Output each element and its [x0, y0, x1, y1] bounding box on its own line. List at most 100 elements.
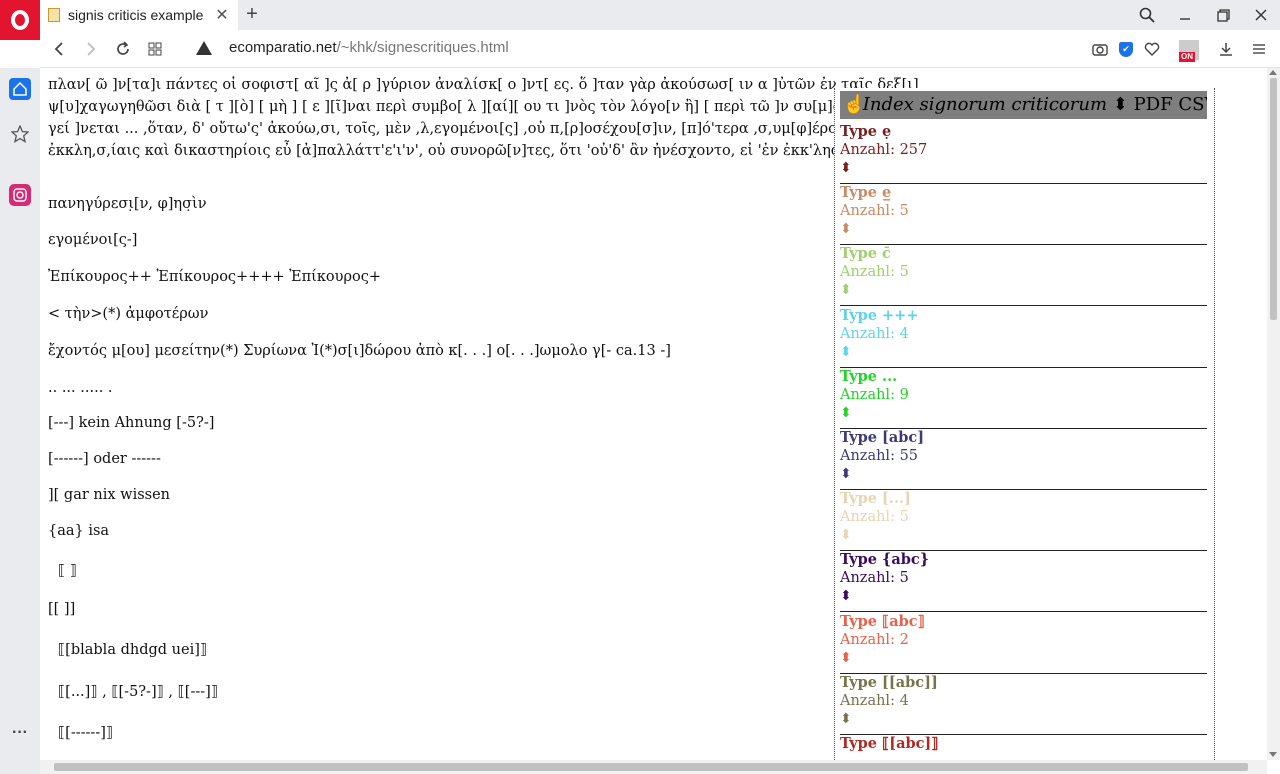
opera-sidebar: ··· [0, 68, 40, 774]
entry-count: Anzahl: 5 [840, 570, 909, 587]
entry-toggle-arrow-icon[interactable]: ⬍ [840, 587, 1207, 605]
entry-count: Anzahl: 5 [840, 509, 909, 526]
heart-icon[interactable] [1142, 39, 1162, 59]
index-entry[interactable]: Type [[abc]] Anzahl: 4 ⬍ [840, 674, 1207, 735]
minimize-icon[interactable] [1166, 0, 1204, 30]
entry-type-label: Type [...] [840, 490, 911, 508]
extension-badge: ON [1179, 52, 1195, 62]
index-entry[interactable]: Type {abc} Anzahl: 5 ⬍ [840, 551, 1207, 613]
text-line: ⟦ ⟧ [58, 563, 77, 579]
index-entry[interactable]: Type ⟦abc⟧ Anzahl: 2 ⬍ [840, 613, 1207, 674]
page-content: πλαν[ ῶ ]ν[τα]ι πάντες οἱ σοφιστ[ αῖ ]ς … [40, 68, 1267, 760]
text-line: ⟦[------]⟧ [58, 725, 114, 741]
entry-count: Anzahl: 4 [840, 325, 909, 342]
index-entry[interactable]: Type ẹ Anzahl: 257 ⬍ [840, 123, 1207, 184]
address-toolbar: ecomparatio.net/~khk/signescritiques.htm… [40, 30, 1280, 68]
easy-setup-icon[interactable] [1249, 39, 1269, 59]
text-line: ἔχοντός μ[ου] μεσείτην(*) Συρίωνα Ἰ(*)σ[… [48, 343, 671, 359]
text-line: πανηγύρεσι̣[ν, φ]ησ̣ὶν [48, 196, 207, 212]
index-entry[interactable]: Type +++ Anzahl: 4 ⬍ [840, 307, 1207, 368]
scroll-down-icon[interactable] [1269, 752, 1277, 757]
entry-type-label: Type {abc} [840, 551, 930, 569]
entry-toggle-arrow-icon[interactable]: ⬍ [840, 343, 1207, 361]
entry-toggle-arrow-icon[interactable]: ⬍ [840, 404, 1207, 422]
entry-toggle-arrow-icon[interactable]: ⬍ [840, 281, 1207, 299]
tab-title: signis criticis example [68, 7, 204, 23]
pdf-link[interactable]: PDF [1134, 94, 1173, 115]
drag-hand-icon[interactable]: ☝ [843, 91, 865, 119]
entry-toggle-arrow-icon[interactable]: ⬍ [840, 710, 1207, 728]
entry-type-label: Type +++ [840, 306, 919, 324]
index-entry[interactable]: Type [abc] Anzahl: 55 ⬍ [840, 429, 1207, 490]
text-line: [[ ]] [48, 601, 76, 617]
entry-count: Anzahl: 5 [840, 264, 909, 281]
not-secure-warning-icon[interactable] [196, 41, 212, 55]
index-entry[interactable]: Type ⟦[abc]⟧ [840, 735, 1207, 760]
extension-on-icon[interactable]: ON [1179, 40, 1199, 62]
adblock-shield-icon[interactable]: ✔ [1119, 42, 1133, 57]
instagram-icon[interactable] [9, 184, 31, 206]
text-line: ⟦[...]⟧ , ⟦[-5?-]⟧ , ⟦[---]⟧ [58, 684, 218, 700]
text-line: Ἐπίκουρος++ Ἐπίκουρος++++ Ἐπίκουρος+ [48, 269, 381, 285]
entry-count: Anzahl: 9 [840, 386, 909, 403]
vertical-scrollbar[interactable] [1267, 68, 1280, 760]
url-host: ecomparatio.net [229, 39, 337, 56]
index-entry[interactable]: Type c̄ Anzahl: 5 ⬍ [840, 245, 1207, 307]
text-line: .. ... ..... . [48, 380, 113, 396]
text-line: {aa} isa [48, 523, 110, 539]
camera-icon[interactable] [1090, 39, 1110, 59]
horizontal-scrollbar[interactable] [40, 760, 1267, 774]
vertical-scroll-thumb[interactable] [1270, 78, 1277, 320]
entry-count: Anzahl: 55 [840, 448, 919, 464]
entry-count: Anzahl: 257 [840, 142, 928, 158]
entry-type-label: Type ⟦abc⟧ [840, 612, 925, 630]
reload-icon[interactable] [111, 37, 135, 61]
new-tab-button[interactable]: + [242, 3, 262, 27]
restore-icon[interactable] [1204, 0, 1242, 30]
text-line: ⟦[blabla dhdgd uei]⟧ [58, 642, 208, 658]
toggle-arrow-icon[interactable]: ⬍ [1113, 94, 1128, 115]
entry-type-label: Type c̄ [840, 245, 891, 263]
tiles-icon[interactable] [143, 37, 167, 61]
horizontal-scroll-thumb[interactable] [54, 763, 1248, 771]
opera-o-icon [11, 10, 29, 30]
csv-link[interactable]: CSV [1178, 94, 1207, 115]
text-line: ][ gar nix wissen [48, 487, 171, 503]
page-favicon-icon [48, 8, 60, 22]
entry-type-label: Type ẹ [840, 123, 892, 140]
index-entry[interactable]: Type [...] Anzahl: 5 ⬍ [840, 490, 1207, 552]
entry-type-label: Type ... [840, 367, 898, 385]
search-icon[interactable] [1128, 0, 1166, 30]
entry-type-label: Type [[abc]] [840, 673, 938, 691]
text-line: εγομένοι[ς-] [48, 232, 138, 248]
entry-count: Anzahl: 5 [840, 203, 909, 220]
entry-toggle-arrow-icon[interactable]: ⬍ [840, 526, 1207, 544]
entry-toggle-arrow-icon[interactable]: ⬍ [840, 159, 1207, 177]
index-entry[interactable]: Type ... Anzahl: 9 ⬍ [840, 368, 1207, 429]
download-icon[interactable] [1216, 39, 1236, 59]
bookmarks-star-icon[interactable] [9, 123, 31, 145]
entry-count: Anzahl: 4 [840, 692, 909, 709]
home-icon[interactable] [9, 78, 31, 100]
forward-icon[interactable] [79, 37, 103, 61]
address-bar[interactable]: ecomparatio.net/~khk/signescritiques.htm… [229, 39, 509, 56]
window-controls [1128, 0, 1280, 30]
entry-toggle-arrow-icon[interactable]: ⬍ [840, 649, 1207, 667]
entry-toggle-arrow-icon[interactable]: ⬍ [840, 465, 1207, 483]
back-icon[interactable] [47, 37, 71, 61]
browser-tab[interactable]: signis criticis example ✕ [40, 0, 238, 30]
text-line: [------] oder ------ [48, 451, 161, 467]
entry-count: Anzahl: 2 [840, 631, 909, 648]
index-entry[interactable]: Type e̲ Anzahl: 5 ⬍ [840, 184, 1207, 246]
text-line: < τὴν>(*) ἀμφοτέρων [48, 306, 209, 322]
more-options-icon[interactable]: ··· [9, 722, 31, 744]
scroll-up-icon[interactable] [1269, 70, 1277, 75]
tab-close-icon[interactable]: ✕ [212, 5, 232, 25]
close-window-icon[interactable] [1242, 0, 1280, 30]
index-signorum-panel: ☝ Index signorum criticorum ⬍ PDF CSV Ty… [834, 88, 1215, 760]
entry-type-label: Type e̲ [840, 184, 892, 202]
index-panel-header[interactable]: ☝ Index signorum criticorum ⬍ PDF CSV [840, 91, 1207, 119]
entry-type-label: Type [abc] [840, 429, 925, 446]
opera-logo[interactable] [0, 0, 40, 40]
entry-toggle-arrow-icon[interactable]: ⬍ [840, 220, 1207, 238]
